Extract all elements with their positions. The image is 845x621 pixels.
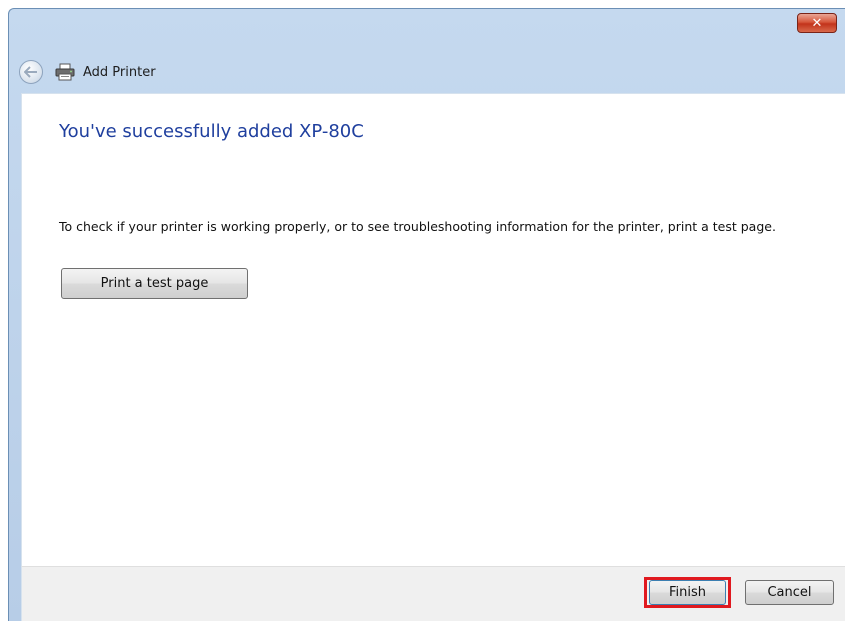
back-arrow-glyph bbox=[24, 66, 37, 78]
instruction-text: To check if your printer is working prop… bbox=[59, 219, 776, 234]
finish-button[interactable]: Finish bbox=[649, 580, 726, 605]
wizard-content: You've successfully added XP-80C To chec… bbox=[21, 93, 845, 567]
add-printer-window: ✕ Add Printer You've successfully added … bbox=[8, 8, 845, 621]
close-button[interactable]: ✕ bbox=[797, 13, 837, 33]
close-icon: ✕ bbox=[811, 16, 823, 31]
window-title: Add Printer bbox=[83, 64, 156, 80]
success-heading: You've successfully added XP-80C bbox=[59, 121, 364, 142]
wizard-footer: Finish Cancel bbox=[21, 566, 845, 621]
wizard-header: Add Printer bbox=[19, 59, 156, 85]
printer-icon bbox=[55, 63, 75, 81]
cancel-button[interactable]: Cancel bbox=[745, 580, 834, 605]
back-arrow-icon[interactable] bbox=[19, 60, 43, 84]
print-test-page-button[interactable]: Print a test page bbox=[61, 268, 248, 299]
title-bar[interactable]: ✕ bbox=[9, 9, 845, 49]
